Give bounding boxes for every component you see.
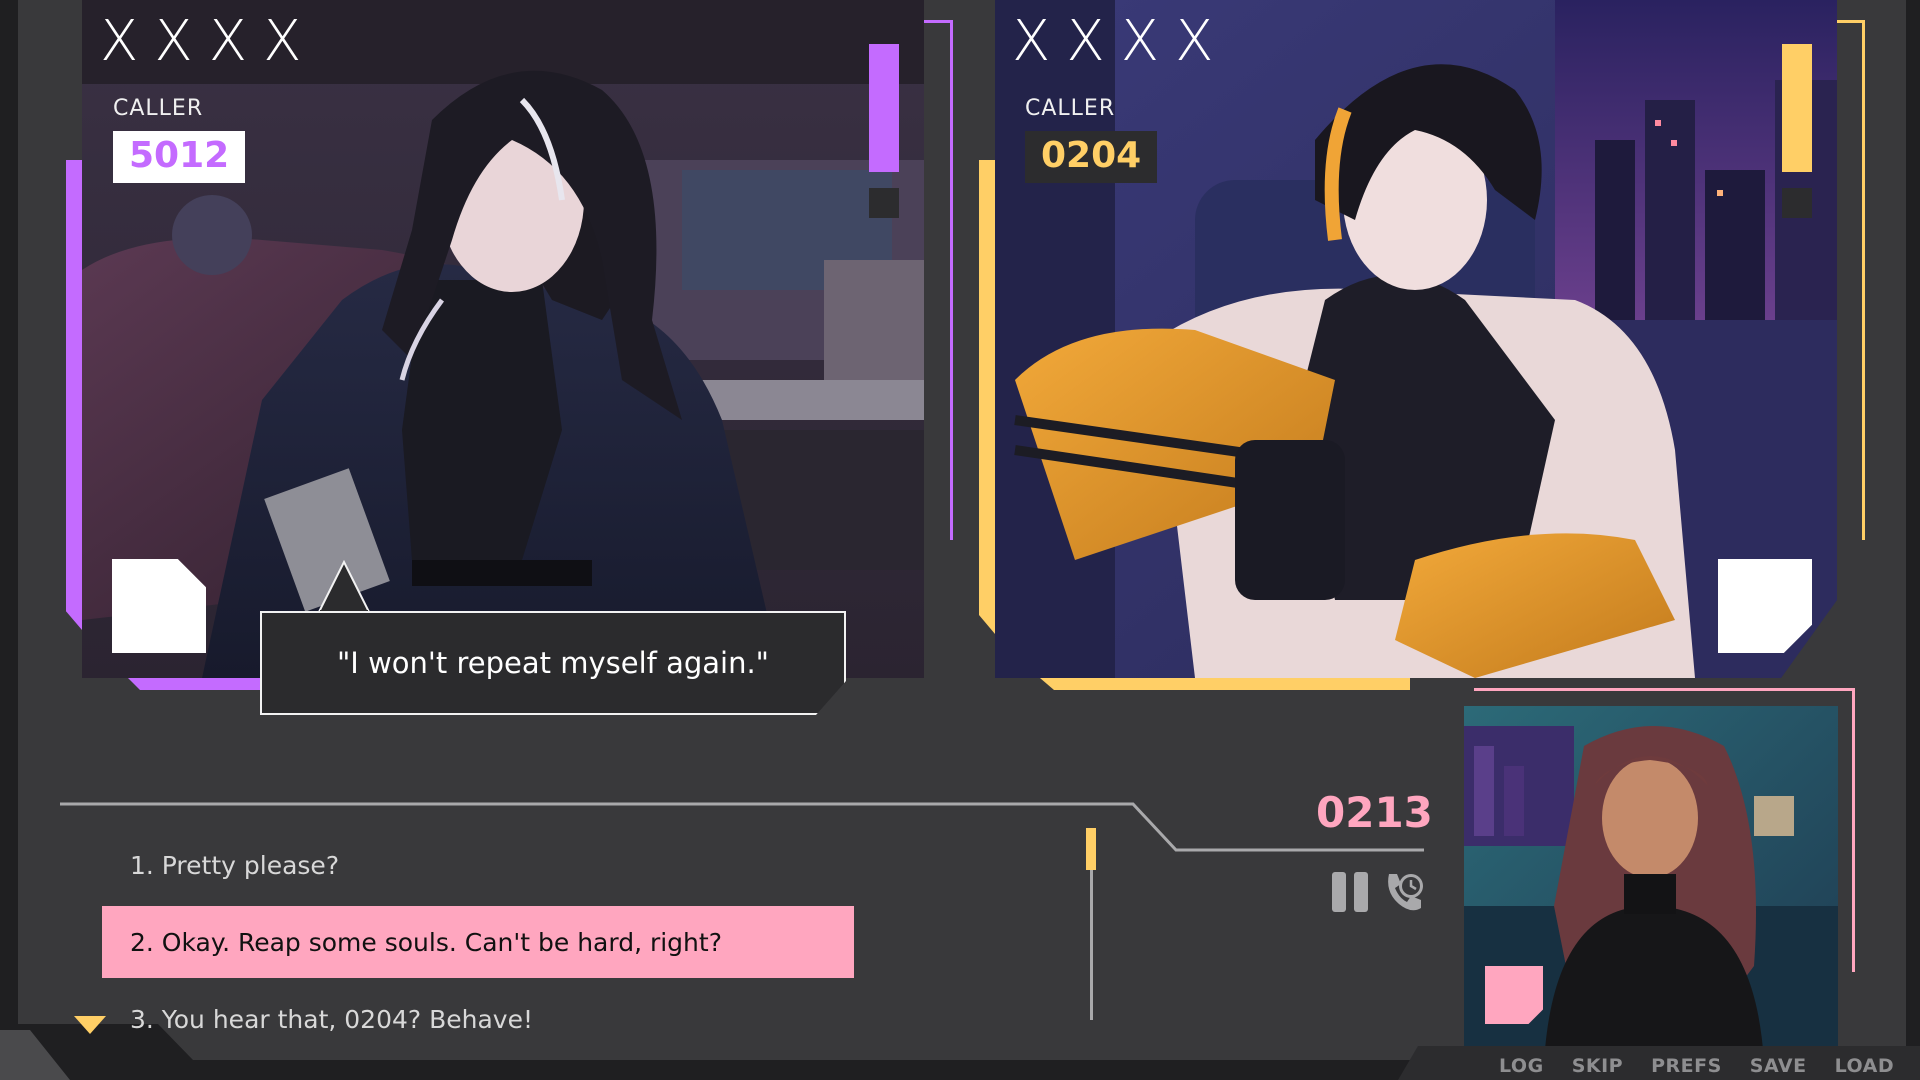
frame-line-0204-vertical	[1862, 20, 1865, 540]
bottom-accent-bar-0204	[1040, 678, 1410, 690]
signal-bar-5012	[869, 44, 899, 172]
choice-option-2[interactable]: 2. Okay. Reap some souls. Can't be hard,…	[102, 906, 854, 978]
frame-line-0213-vertical	[1852, 688, 1855, 972]
frame-line-0213	[1474, 688, 1854, 691]
phone-clock-icon	[1388, 874, 1423, 911]
left-accent-bar-0204	[979, 160, 995, 634]
signal-dot-5012	[869, 188, 899, 218]
scene-night-city-room	[995, 0, 1837, 678]
player-caller-id: 0213	[1316, 788, 1433, 837]
pause-button[interactable]	[1330, 870, 1376, 914]
scene-study-room	[82, 0, 924, 678]
signal-bar-0204	[1782, 44, 1812, 172]
dialogue-bubble: "I won't repeat myself again."	[260, 611, 846, 715]
choice-option-2-label: 2. Okay. Reap some souls. Can't be hard,…	[130, 927, 722, 957]
bottom-accent-bar-5012	[126, 676, 276, 690]
corner-decoration	[0, 1030, 70, 1080]
frame-line-5012-vertical	[950, 20, 953, 540]
menu-load-button[interactable]: LOAD	[1821, 1052, 1909, 1080]
caller-panel-0204	[995, 0, 1837, 678]
choice-arrow-icon	[74, 1016, 106, 1034]
menu-prefs-button[interactable]: PREFS	[1637, 1052, 1736, 1080]
left-accent-bar-5012	[66, 160, 82, 630]
speech-bubble-tail	[316, 560, 372, 614]
choice-divider	[1090, 870, 1093, 1020]
call-button[interactable]	[1381, 870, 1427, 914]
caller-label-0204: CALLER	[1025, 96, 1116, 121]
menu-save-button[interactable]: SAVE	[1736, 1052, 1821, 1080]
caller-label-5012: CALLER	[113, 96, 204, 121]
choice-cursor-bar	[1086, 828, 1096, 870]
dialogue-text: "I won't repeat myself again."	[336, 646, 770, 680]
signal-dot-0204	[1782, 188, 1812, 218]
corner-tab-0213	[1485, 966, 1543, 1024]
choice-option-3[interactable]: 3. You hear that, 0204? Behave!	[102, 983, 854, 1055]
choice-option-1-label: 1. Pretty please?	[130, 850, 340, 880]
caller-id-0204: 0204	[1025, 131, 1158, 183]
status-marks-0204: XXXX	[1012, 9, 1230, 74]
caller-id-5012: 5012	[113, 131, 246, 183]
pause-icon	[1332, 872, 1368, 912]
status-marks-5012: XXXX	[100, 9, 318, 74]
choice-option-1[interactable]: 1. Pretty please?	[102, 829, 854, 901]
quick-menu: LOG SKIP PREFS SAVE LOAD	[1485, 1052, 1908, 1080]
menu-log-button[interactable]: LOG	[1485, 1052, 1558, 1080]
choice-option-3-label: 3. You hear that, 0204? Behave!	[130, 1004, 534, 1034]
menu-skip-button[interactable]: SKIP	[1558, 1052, 1637, 1080]
caller-panel-5012	[82, 0, 924, 678]
